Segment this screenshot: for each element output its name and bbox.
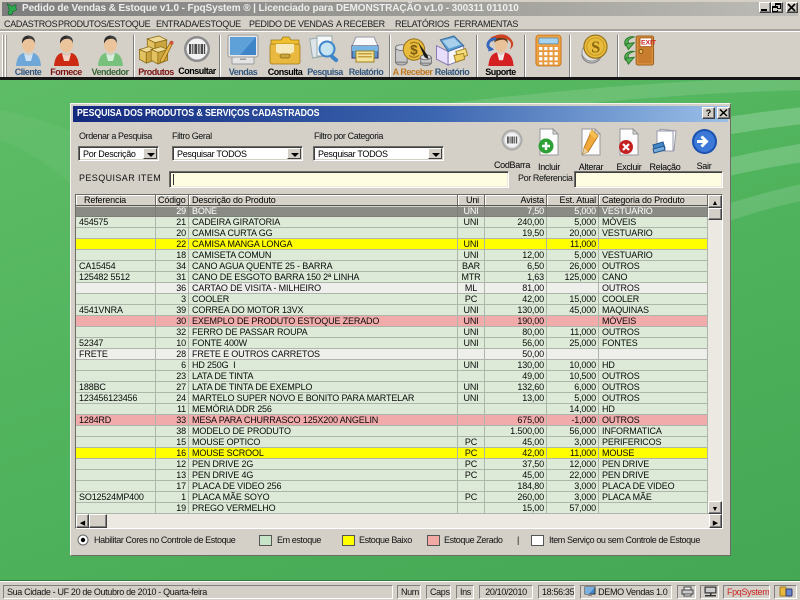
svg-text:EXIT: EXIT: [641, 40, 657, 47]
svg-text:S: S: [591, 37, 600, 56]
svg-text:$: $: [410, 42, 418, 57]
